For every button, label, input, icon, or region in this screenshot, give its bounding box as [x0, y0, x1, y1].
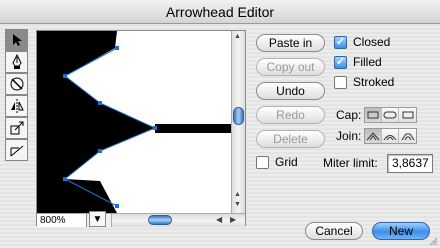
cap-round-icon[interactable]: [382, 108, 399, 122]
drawing-canvas[interactable]: [37, 31, 233, 213]
filled-check-icon[interactable]: ✓: [334, 55, 347, 69]
pen-tool-icon[interactable]: [5, 51, 28, 73]
miter-limit-label: Miter limit:: [323, 156, 378, 170]
zoom-dropdown-button[interactable]: ▼: [89, 211, 106, 227]
undo-button[interactable]: Undo: [256, 82, 325, 100]
join-bevel-icon[interactable]: [399, 129, 416, 143]
scroll-right-arrow-icon[interactable]: ▶: [230, 215, 236, 224]
filled-checkbox[interactable]: ✓ Filled: [334, 55, 382, 69]
scale-tool-icon[interactable]: [5, 117, 28, 139]
tool-palette: [5, 29, 28, 161]
cancel-button[interactable]: Cancel: [305, 222, 363, 240]
closed-checkbox[interactable]: ✓ Closed: [334, 35, 390, 49]
new-button[interactable]: New: [372, 222, 430, 240]
scroll-left-arrow-icon[interactable]: ◀: [216, 215, 222, 224]
cap-label: Cap:: [336, 108, 362, 122]
scroll-up-arrow-icon-bottom[interactable]: ▲: [234, 191, 241, 198]
join-segmented-control: [364, 128, 417, 144]
arrowhead-editor-window: Arrowhead Editor ▲ ▲ ▼ 800% ▼ ◀ ▶ Paste …: [0, 0, 440, 248]
filled-label: Filled: [353, 55, 382, 69]
stroked-check-icon[interactable]: [334, 75, 347, 89]
grid-checkbox[interactable]: Grid: [256, 155, 298, 169]
miter-limit-field[interactable]: 3,8637: [387, 154, 433, 173]
canvas-bottom-bar: 800% ▼ ◀ ▶: [37, 211, 245, 227]
join-miter-icon[interactable]: [365, 129, 382, 143]
grid-label: Grid: [275, 155, 298, 169]
delete-button[interactable]: Delete: [256, 130, 325, 148]
line-tool-icon[interactable]: [5, 139, 28, 161]
zoom-level[interactable]: 800%: [37, 214, 87, 227]
horizontal-scrollbar[interactable]: ◀ ▶: [111, 214, 245, 227]
grid-check-icon[interactable]: [256, 155, 269, 169]
join-label: Join:: [336, 129, 362, 143]
horizontal-scroll-thumb[interactable]: [148, 215, 172, 225]
copy-out-button[interactable]: Copy out: [256, 58, 325, 76]
stroked-checkbox[interactable]: Stroked: [334, 75, 394, 89]
closed-check-icon[interactable]: ✓: [334, 35, 347, 49]
cap-butt-icon[interactable]: [365, 108, 382, 122]
window-title: Arrowhead Editor: [0, 0, 440, 24]
stroked-label: Stroked: [353, 75, 395, 89]
resize-grip-icon[interactable]: [428, 236, 438, 246]
cap-segmented-control: [364, 107, 417, 123]
scroll-down-arrow-icon[interactable]: ▼: [234, 201, 241, 208]
arrow-shaft: [155, 124, 233, 133]
cap-square-icon[interactable]: [399, 108, 416, 122]
redo-button[interactable]: Redo: [256, 106, 325, 124]
flip-tool-icon[interactable]: [5, 95, 28, 117]
drawing-canvas-frame: ▲ ▲ ▼ 800% ▼ ◀ ▶: [36, 30, 246, 227]
vertical-scrollbar[interactable]: ▲ ▲ ▼: [231, 31, 245, 213]
delete-point-tool-icon[interactable]: [5, 73, 28, 95]
arrowhead-shape: [37, 31, 155, 213]
paste-in-button[interactable]: Paste in: [256, 34, 325, 52]
scroll-up-arrow-icon[interactable]: ▲: [234, 33, 241, 40]
vertical-scroll-thumb[interactable]: [233, 107, 244, 125]
closed-label: Closed: [353, 35, 391, 49]
arrow-select-tool-icon[interactable]: [5, 29, 28, 51]
join-round-icon[interactable]: [382, 129, 399, 143]
